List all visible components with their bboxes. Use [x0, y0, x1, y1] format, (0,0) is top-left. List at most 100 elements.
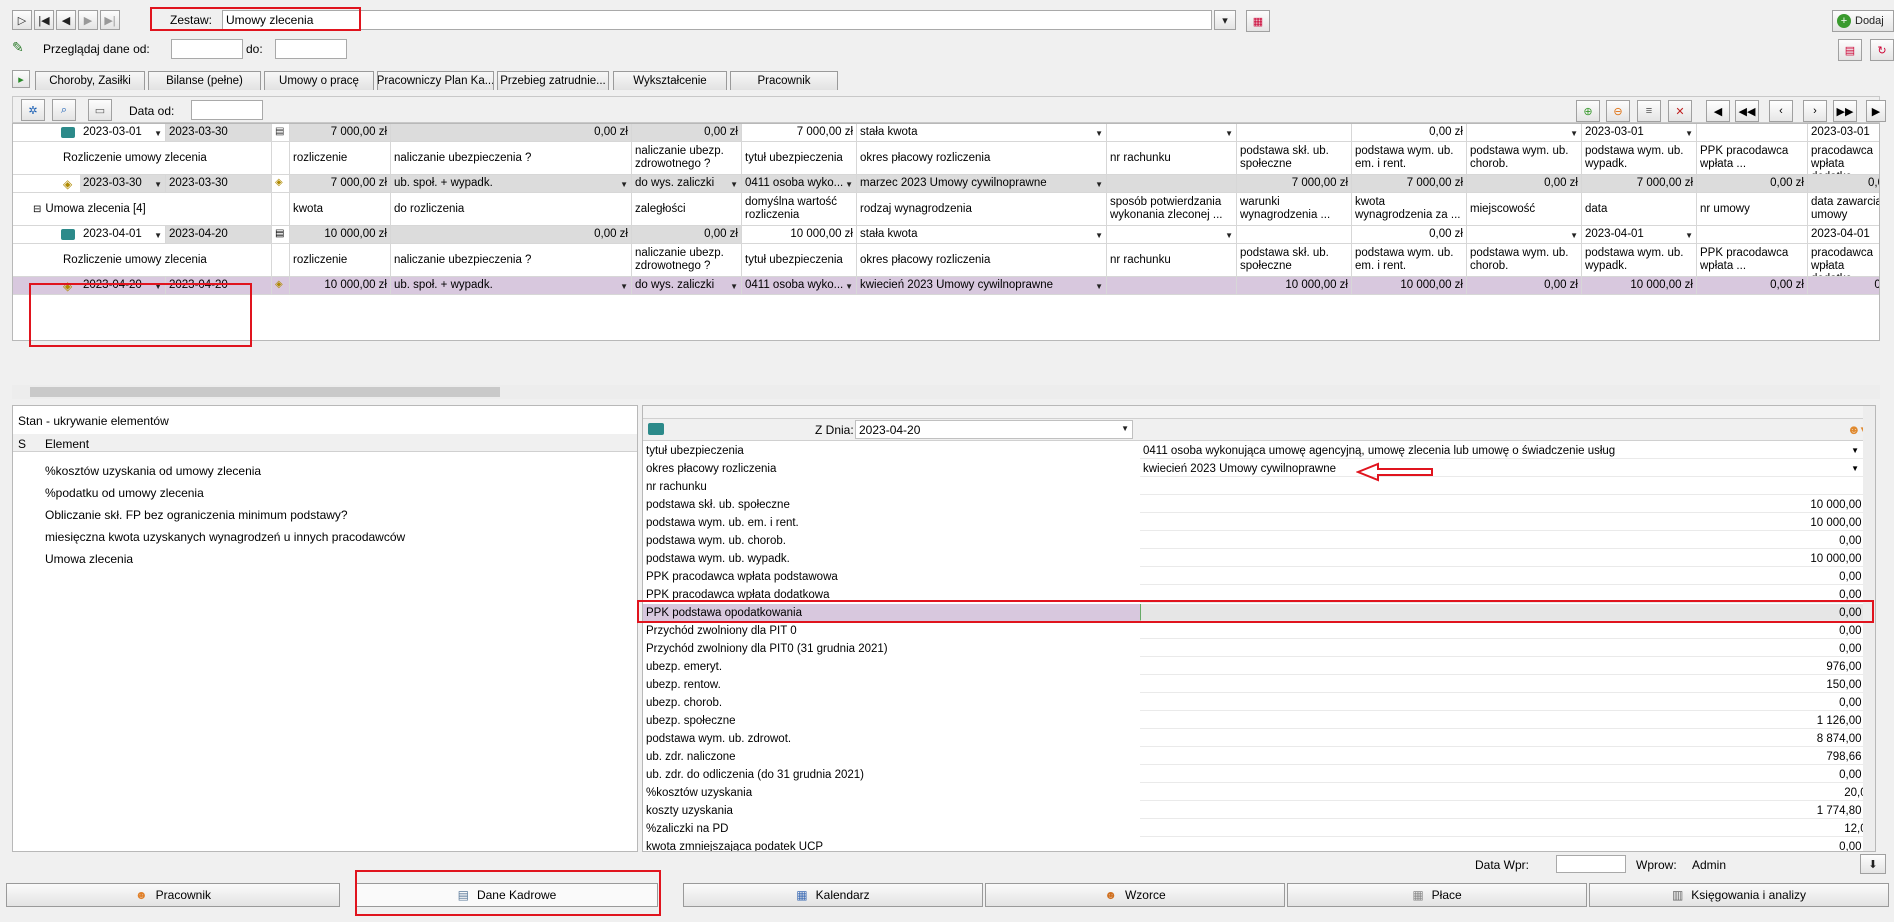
tab-bilanse[interactable]: Bilanse (pełne) [148, 71, 261, 90]
z-dnia-select[interactable]: 2023-04-20 [855, 420, 1133, 439]
detail-value[interactable]: 0,00 zł [1140, 640, 1875, 657]
bottom-tab-kalendarz[interactable]: ▦ Kalendarz [683, 883, 983, 907]
row7-c5[interactable]: kwiecień 2023 Umowy cywilnoprawne [857, 277, 1107, 295]
detail-value[interactable]: 8 874,00 zł [1140, 730, 1875, 747]
nav-next-icon[interactable]: ▶ [1866, 100, 1886, 122]
row1-c9[interactable] [1467, 124, 1582, 142]
left-item[interactable]: %podatku od umowy zlecenia [45, 486, 204, 500]
detail-row[interactable]: ubezp. emeryt. 976,00 zł [643, 658, 1875, 676]
detail-row[interactable]: podstawa skł. ub. społeczne 10 000,00 zł [643, 496, 1875, 514]
bottom-tab-wzorce[interactable]: ☻ Wzorce [985, 883, 1285, 907]
left-item[interactable]: miesięczna kwota uzyskanych wynagrodzeń … [45, 530, 405, 544]
collapse-icon[interactable]: ⊟ [33, 203, 41, 216]
detail-row[interactable]: Przychód zwolniony dla PIT 0 0,00 zł [643, 622, 1875, 640]
detail-row[interactable]: nr rachunku [643, 478, 1875, 496]
bottom-tab-dane-kadrowe[interactable]: ▤ Dane Kadrowe [356, 883, 658, 907]
detail-value[interactable]: 1 126,00 zł [1140, 712, 1875, 729]
detail-value[interactable]: kwiecień 2023 Umowy cywilnoprawne [1140, 460, 1875, 477]
dropdown-arrow-icon[interactable]: ▼ [1851, 442, 1859, 460]
row7-c4[interactable]: 0411 osoba wyko... [742, 277, 857, 295]
row3-c2[interactable]: ub. społ. + wypadk. [391, 175, 632, 193]
detail-row[interactable]: kwota zmniejszająca podatek UCP 0,00 zł [643, 838, 1875, 851]
data-wpr-input[interactable] [1556, 855, 1626, 873]
remove-icon[interactable]: ⊖ [1606, 100, 1630, 122]
dodaj-button[interactable]: + Dodaj [1832, 10, 1894, 32]
tab-wyksztalcenie[interactable]: Wykształcenie [613, 71, 727, 90]
detail-value[interactable]: 0,00 zł [1140, 838, 1875, 851]
row5-from[interactable]: 2023-04-01 [80, 226, 166, 244]
detail-value[interactable]: 20,00 [1140, 784, 1875, 801]
detail-row[interactable]: ub. zdr. do odliczenia (do 31 grudnia 20… [643, 766, 1875, 784]
detail-value[interactable]: 10 000,00 zł [1140, 550, 1875, 567]
row7-from[interactable]: 2023-04-20 [80, 277, 166, 295]
detail-row[interactable]: ubezp. społeczne 1 126,00 zł [643, 712, 1875, 730]
detail-value[interactable]: 1 774,80 zł [1140, 802, 1875, 819]
detail-row[interactable]: %kosztów uzyskania 20,00 [643, 784, 1875, 802]
detail-value[interactable]: 0,00 zł [1140, 586, 1875, 603]
tabs-expand-button[interactable]: ▸ [12, 70, 30, 88]
detail-value[interactable]: 12,00 [1140, 820, 1875, 837]
go-last-button[interactable]: ▶| [100, 10, 120, 30]
detail-row[interactable]: PPK pracodawca wpłata podstawowa 0,00 zł [643, 568, 1875, 586]
detail-row[interactable]: okres płacowy rozliczenia kwiecień 2023 U… [643, 460, 1875, 478]
first-record-button[interactable]: ▷ [12, 10, 32, 30]
detail-row[interactable]: podstawa wym. ub. zdrowot. 8 874,00 zł [643, 730, 1875, 748]
zestaw-dropdown-button[interactable]: ▾ [1214, 10, 1236, 30]
detail-value[interactable]: 0,00 zł [1140, 604, 1875, 621]
date-from-input[interactable] [171, 39, 243, 59]
go-first-button[interactable]: |◀ [34, 10, 54, 30]
tools-icon[interactable]: ✲ [21, 99, 45, 121]
row1-from[interactable]: 2023-03-01 [80, 124, 166, 142]
detail-row[interactable]: ubezp. rentow. 150,00 zł [643, 676, 1875, 694]
left-item[interactable]: Obliczanie skł. FP bez ograniczenia mini… [45, 508, 348, 522]
detail-value[interactable]: 0,00 zł [1140, 766, 1875, 783]
contracts-grid[interactable]: 2023-03-01 2023-03-30 ▤ 7 000,00 zł 0,00… [12, 123, 1880, 341]
detail-value[interactable]: 0,00 zł [1140, 694, 1875, 711]
book-icon[interactable] [648, 423, 664, 435]
detail-row[interactable]: PPK pracodawca wpłata dodatkowa 0,00 zł [643, 586, 1875, 604]
tab-choroby[interactable]: Choroby, Zasiłki [35, 71, 145, 90]
row5-to[interactable]: 2023-04-20 [166, 226, 272, 244]
detail-row[interactable]: podstawa wym. ub. chorob. 0,00 zł [643, 532, 1875, 550]
nav-left-icon[interactable]: ‹ [1769, 100, 1793, 122]
row5-c5[interactable]: stała kwota [857, 226, 1107, 244]
row7-tag-icon[interactable]: ◈ [272, 277, 290, 295]
detail-row[interactable]: PPK podstawa opodatkowania 0,00 zł [643, 604, 1875, 622]
edit-icon[interactable]: ✎ [12, 39, 28, 55]
row5-doc-icon[interactable]: ▤ [272, 226, 290, 244]
detail-row[interactable]: Przychód zwolniony dla PIT0 (31 grudnia … [643, 640, 1875, 658]
data-od-input[interactable] [191, 100, 263, 120]
detail-value[interactable]: 10 000,00 zł [1140, 514, 1875, 531]
detail-value[interactable]: 0,00 zł [1140, 622, 1875, 639]
row1-c10[interactable]: 2023-03-01 [1582, 124, 1697, 142]
row5-c10[interactable]: 2023-04-01 [1582, 226, 1697, 244]
detail-row[interactable]: podstawa wym. ub. em. i rent. 10 000,00 z… [643, 514, 1875, 532]
chart-icon[interactable]: ▤ [1838, 39, 1862, 61]
tab-przebieg[interactable]: Przebieg zatrudnie... [497, 71, 609, 90]
row3-c4[interactable]: 0411 osoba wyko... [742, 175, 857, 193]
row1-c6[interactable] [1107, 124, 1237, 142]
calendar-icon[interactable]: ▭ [88, 99, 112, 121]
detail-value[interactable]: 0411 osoba wykonująca umowę agencyjną, u… [1140, 442, 1875, 459]
detail-value[interactable]: 976,00 zł [1140, 658, 1875, 675]
bottom-tab-place[interactable]: ▦ Płace [1287, 883, 1587, 907]
scroll-thumb[interactable] [30, 387, 500, 397]
bottom-tab-pracownik[interactable]: ☻ Pracownik [6, 883, 340, 907]
edit-list-icon[interactable]: ≡ [1637, 100, 1661, 122]
prev-button[interactable]: ◀ [56, 10, 76, 30]
detail-value[interactable]: 10 000,00 zł [1140, 496, 1875, 513]
left-item[interactable]: %kosztów uzyskania od umowy zlecenia [45, 464, 261, 478]
row3-to[interactable]: 2023-03-30 [166, 175, 272, 193]
tab-pracownik[interactable]: Pracownik [730, 71, 838, 90]
row3-c3[interactable]: do wys. zaliczki [632, 175, 742, 193]
date-to-input[interactable] [275, 39, 347, 59]
zestaw-select[interactable]: Umowy zlecenia [222, 10, 1212, 30]
row3-from[interactable]: 2023-03-30 [80, 175, 166, 193]
detail-value[interactable]: 798,66 zł [1140, 748, 1875, 765]
row5-c9[interactable] [1467, 226, 1582, 244]
row1-c4[interactable]: 7 000,00 zł [742, 124, 857, 142]
row1-c5[interactable]: stała kwota [857, 124, 1107, 142]
search-icon[interactable]: ⌕ [52, 99, 76, 121]
add-green-icon[interactable]: ⊕ [1576, 100, 1600, 122]
row1-to[interactable]: 2023-03-30 [166, 124, 272, 142]
